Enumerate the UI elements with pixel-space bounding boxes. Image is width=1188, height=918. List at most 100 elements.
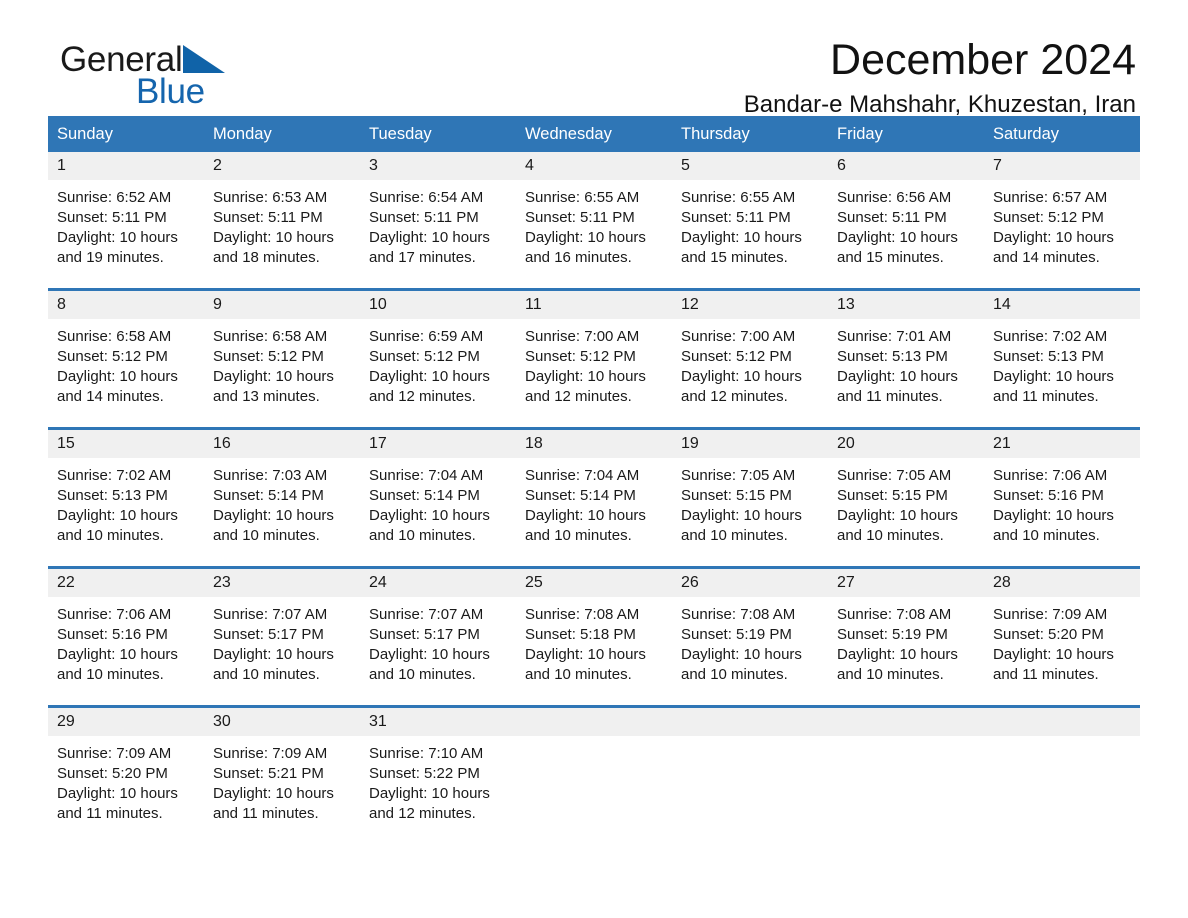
calendar-day-cell[interactable]: 11 Sunrise: 7:00 AM Sunset: 5:12 PM Dayligh… [516,288,672,429]
daylight-duration-line1: Daylight: 10 hours [525,507,646,524]
daylight-duration-line1: Daylight: 10 hours [213,368,334,385]
calendar-week-row: 22 Sunrise: 7:06 AM Sunset: 5:16 PM Dayligh… [48,566,1140,707]
daylight-duration-line2: and 10 minutes. [681,527,788,544]
calendar-day-cell[interactable]: 8 Sunrise: 6:58 AM Sunset: 5:12 PM Daylight… [48,288,204,429]
calendar-day-cell[interactable]: 2 Sunrise: 6:53 AM Sunset: 5:11 PM Daylight… [204,152,360,290]
daylight-duration-line2: and 10 minutes. [525,666,632,683]
calendar-day-cell[interactable]: 31 Sunrise: 7:10 AM Sunset: 5:22 PM Dayligh… [360,705,516,844]
day-number: 31 [360,708,516,736]
calendar-day-cell[interactable]: 24 Sunrise: 7:07 AM Sunset: 5:17 PM Dayligh… [360,566,516,707]
calendar-day-cell[interactable]: 15 Sunrise: 7:02 AM Sunset: 5:13 PM Dayligh… [48,427,204,568]
calendar-day-cell[interactable]: 28 Sunrise: 7:09 AM Sunset: 5:20 PM Dayligh… [984,566,1140,707]
calendar-day-cell[interactable]: 5 Sunrise: 6:55 AM Sunset: 5:11 PM Daylight… [672,152,828,290]
sunset-time: Sunset: 5:12 PM [525,348,636,365]
weekday-header-monday: Monday [204,116,360,152]
calendar-day-cell[interactable]: 16 Sunrise: 7:03 AM Sunset: 5:14 PM Dayligh… [204,427,360,568]
daylight-duration-line2: and 12 minutes. [525,388,632,405]
sunrise-time: Sunrise: 7:08 AM [681,606,796,623]
day-details: Sunrise: 7:07 AM Sunset: 5:17 PM Daylight:… [360,597,516,705]
calendar-day-cell[interactable]: 10 Sunrise: 6:59 AM Sunset: 5:12 PM Dayligh… [360,288,516,429]
sunset-time: Sunset: 5:14 PM [369,487,480,504]
sunrise-time: Sunrise: 7:09 AM [57,745,172,762]
daylight-duration-line2: and 10 minutes. [837,666,944,683]
day-details: Sunrise: 7:05 AM Sunset: 5:15 PM Daylight:… [672,458,828,566]
calendar-day-cell[interactable]: 3 Sunrise: 6:54 AM Sunset: 5:11 PM Daylight… [360,152,516,290]
day-details: Sunrise: 7:03 AM Sunset: 5:14 PM Daylight:… [204,458,360,566]
calendar-day-cell[interactable]: 26 Sunrise: 7:08 AM Sunset: 5:19 PM Dayligh… [672,566,828,707]
sunset-time: Sunset: 5:11 PM [525,209,635,226]
daylight-duration-line2: and 10 minutes. [213,666,320,683]
calendar-day-cell[interactable]: 7 Sunrise: 6:57 AM Sunset: 5:12 PM Daylight… [984,152,1140,290]
sunset-time: Sunset: 5:11 PM [837,209,947,226]
calendar-day-cell[interactable]: 1 Sunrise: 6:52 AM Sunset: 5:11 PM Daylight… [48,152,204,290]
daylight-duration-line2: and 10 minutes. [369,527,476,544]
calendar-day-cell[interactable]: 6 Sunrise: 6:56 AM Sunset: 5:11 PM Daylight… [828,152,984,290]
calendar-day-cell[interactable]: 29 Sunrise: 7:09 AM Sunset: 5:20 PM Dayligh… [48,705,204,844]
calendar-day-cell[interactable]: 17 Sunrise: 7:04 AM Sunset: 5:14 PM Dayligh… [360,427,516,568]
calendar-day-cell[interactable]: 21 Sunrise: 7:06 AM Sunset: 5:16 PM Dayligh… [984,427,1140,568]
daylight-duration-line2: and 14 minutes. [993,249,1100,266]
day-details: Sunrise: 6:54 AM Sunset: 5:11 PM Daylight:… [360,180,516,288]
triangle-play-icon [183,45,226,73]
sunset-time: Sunset: 5:21 PM [213,765,324,782]
day-number: 2 [204,152,360,180]
sunrise-time: Sunrise: 7:04 AM [369,467,484,484]
sunrise-time: Sunrise: 7:06 AM [993,467,1108,484]
day-details: Sunrise: 7:09 AM Sunset: 5:20 PM Daylight:… [48,736,204,844]
calendar-body: 1 Sunrise: 6:52 AM Sunset: 5:11 PM Daylight… [48,152,1140,844]
sunrise-time: Sunrise: 7:00 AM [681,328,796,345]
calendar-day-cell[interactable]: 30 Sunrise: 7:09 AM Sunset: 5:21 PM Dayligh… [204,705,360,844]
daylight-duration-line1: Daylight: 10 hours [57,229,178,246]
day-details [984,736,1140,828]
day-number: 28 [984,569,1140,597]
sunrise-time: Sunrise: 7:01 AM [837,328,952,345]
sunrise-time: Sunrise: 7:06 AM [57,606,172,623]
sunrise-time: Sunrise: 6:52 AM [57,189,172,206]
daylight-duration-line1: Daylight: 10 hours [681,646,802,663]
day-number [828,708,984,736]
sunrise-time: Sunrise: 7:03 AM [213,467,328,484]
day-number: 21 [984,430,1140,458]
day-number: 19 [672,430,828,458]
calendar-day-cell[interactable]: 20 Sunrise: 7:05 AM Sunset: 5:15 PM Dayligh… [828,427,984,568]
calendar-day-cell[interactable]: 19 Sunrise: 7:05 AM Sunset: 5:15 PM Dayligh… [672,427,828,568]
day-number: 6 [828,152,984,180]
day-number: 16 [204,430,360,458]
daylight-duration-line2: and 19 minutes. [57,249,164,266]
calendar-day-cell[interactable]: 12 Sunrise: 7:00 AM Sunset: 5:12 PM Dayligh… [672,288,828,429]
day-details: Sunrise: 7:09 AM Sunset: 5:21 PM Daylight:… [204,736,360,844]
daylight-duration-line2: and 10 minutes. [681,666,788,683]
day-number: 12 [672,291,828,319]
daylight-duration-line2: and 15 minutes. [837,249,944,266]
sunrise-time: Sunrise: 6:59 AM [369,328,484,345]
daylight-duration-line2: and 15 minutes. [681,249,788,266]
calendar-day-cell[interactable]: 13 Sunrise: 7:01 AM Sunset: 5:13 PM Dayligh… [828,288,984,429]
calendar-day-cell[interactable]: 27 Sunrise: 7:08 AM Sunset: 5:19 PM Dayligh… [828,566,984,707]
calendar-day-cell[interactable]: 25 Sunrise: 7:08 AM Sunset: 5:18 PM Dayligh… [516,566,672,707]
calendar-day-cell[interactable]: 9 Sunrise: 6:58 AM Sunset: 5:12 PM Daylight… [204,288,360,429]
daylight-duration-line1: Daylight: 10 hours [837,507,958,524]
calendar-day-cell[interactable]: 14 Sunrise: 7:02 AM Sunset: 5:13 PM Dayligh… [984,288,1140,429]
daylight-duration-line1: Daylight: 10 hours [681,507,802,524]
sunrise-time: Sunrise: 7:05 AM [681,467,796,484]
calendar-day-cell[interactable]: 4 Sunrise: 6:55 AM Sunset: 5:11 PM Daylight… [516,152,672,290]
sunrise-time: Sunrise: 7:10 AM [369,745,484,762]
calendar-day-cell[interactable]: 23 Sunrise: 7:07 AM Sunset: 5:17 PM Dayligh… [204,566,360,707]
calendar-day-cell[interactable]: 22 Sunrise: 7:06 AM Sunset: 5:16 PM Dayligh… [48,566,204,707]
daylight-duration-line2: and 16 minutes. [525,249,632,266]
daylight-duration-line1: Daylight: 10 hours [837,646,958,663]
day-details: Sunrise: 6:59 AM Sunset: 5:12 PM Daylight:… [360,319,516,427]
day-details: Sunrise: 6:58 AM Sunset: 5:12 PM Daylight:… [48,319,204,427]
calendar-day-cell[interactable]: 18 Sunrise: 7:04 AM Sunset: 5:14 PM Dayligh… [516,427,672,568]
day-details: Sunrise: 6:53 AM Sunset: 5:11 PM Daylight:… [204,180,360,288]
weekday-header-saturday: Saturday [984,116,1140,152]
weekday-header-tuesday: Tuesday [360,116,516,152]
daylight-duration-line2: and 11 minutes. [57,805,163,822]
daylight-duration-line2: and 10 minutes. [837,527,944,544]
daylight-duration-line1: Daylight: 10 hours [57,785,178,802]
sunset-time: Sunset: 5:19 PM [681,626,792,643]
calendar-day-cell-empty [672,705,828,844]
day-number: 9 [204,291,360,319]
sunset-time: Sunset: 5:17 PM [369,626,480,643]
sunset-time: Sunset: 5:15 PM [837,487,948,504]
